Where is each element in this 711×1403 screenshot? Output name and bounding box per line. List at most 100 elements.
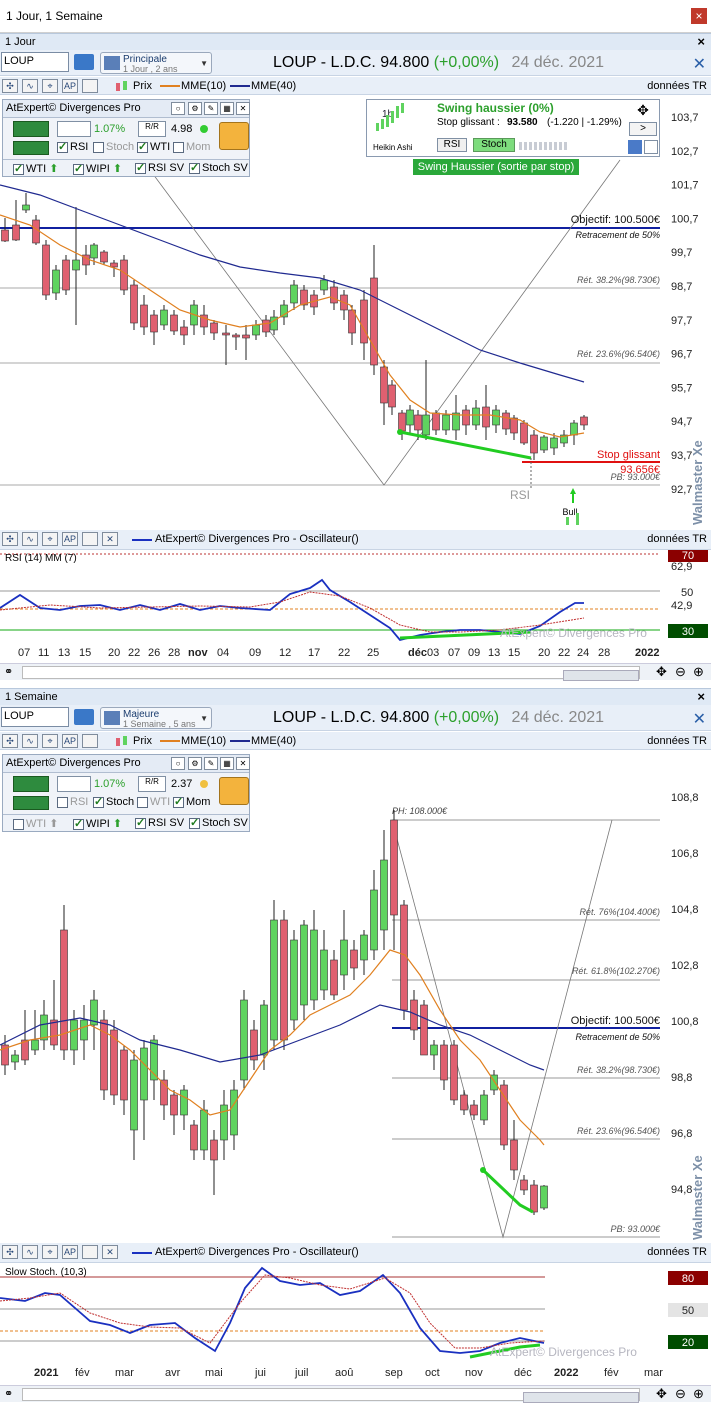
sig-wipi[interactable]: WIPI ⬆	[73, 817, 122, 830]
osc-level-label: 50	[682, 1305, 694, 1317]
candle-bull	[320, 949, 328, 991]
pb-label: PB: 93.000€	[610, 1224, 661, 1234]
sig-rsi-sv[interactable]: RSI SV	[135, 816, 184, 829]
x-tick-label: 17	[308, 647, 321, 659]
window-close-button[interactable]: ×	[691, 8, 707, 24]
osc-ap-icon[interactable]: AP	[62, 532, 78, 546]
sig-rsi-sv[interactable]: RSI SV	[135, 161, 184, 174]
tools-icon[interactable]: ✣	[2, 79, 18, 93]
candle-bull	[422, 414, 430, 436]
expert-close-icon[interactable]: ✕	[236, 757, 250, 770]
candle-bear	[170, 314, 178, 332]
sig-wipi[interactable]: WIPI ⬆	[73, 162, 122, 175]
zoom-in-icon[interactable]: ⊕	[693, 1386, 704, 1402]
osc-window-icon[interactable]	[82, 1245, 98, 1259]
sig-wti[interactable]: WTI ⬆	[13, 817, 58, 830]
move-icon[interactable]: ✥	[632, 102, 654, 118]
swing-rsi-button[interactable]: RSI	[437, 138, 467, 152]
bull-label: Bull	[562, 507, 577, 517]
chk-wti[interactable]: WTI	[137, 796, 170, 808]
osc-tools-icon[interactable]: ✣	[2, 532, 18, 546]
pane1-quote-date: 24 déc. 2021	[511, 54, 605, 71]
chk-stoch[interactable]: Stoch	[93, 141, 134, 153]
osc-close-icon[interactable]: ✕	[102, 1245, 118, 1259]
chk-wti[interactable]: WTI	[137, 140, 170, 153]
crosshair-icon[interactable]: ✥	[656, 664, 667, 680]
pane1-oscillator[interactable]: 70 30 62,9 50 42,9 RSI (14) MM (7) AtExpert©…	[0, 550, 711, 643]
bell-icon[interactable]	[219, 122, 249, 150]
expert-close-icon[interactable]: ✕	[236, 102, 250, 115]
osc-tools-icon[interactable]: ✣	[2, 1245, 18, 1259]
refresh-icon[interactable]: ○	[171, 757, 185, 770]
candle-legend-icon	[116, 736, 127, 746]
settings-icon[interactable]: ⚙	[188, 757, 202, 770]
link-icon[interactable]: ⚭	[4, 665, 13, 678]
edit-icon[interactable]: ✎	[204, 102, 218, 115]
edit-icon[interactable]: ✎	[204, 757, 218, 770]
candle-bear	[262, 319, 270, 333]
sig-wti[interactable]: WTI ⬆	[13, 162, 58, 175]
pane1-close-button[interactable]: ×	[697, 34, 705, 49]
zoom-out-icon[interactable]: ⊖	[675, 1386, 686, 1402]
swing-stoch-button[interactable]: Stoch	[473, 138, 515, 152]
osc-wave-icon[interactable]: ∿	[22, 1245, 38, 1259]
chk-rsi[interactable]: RSI	[57, 796, 88, 808]
grid-icon[interactable]: ▦	[220, 757, 234, 770]
settings-icon[interactable]: ⚙	[188, 102, 202, 115]
expert-pct: 1.07%	[94, 778, 126, 790]
bell-icon[interactable]	[219, 777, 249, 805]
pane1-scroll-thumb[interactable]	[563, 670, 639, 681]
expand-icon[interactable]: >	[629, 122, 657, 136]
chart-alt-icon[interactable]	[644, 140, 658, 154]
pane1-view-selector[interactable]: Principale 1 Jour , 2 ans ▼	[100, 52, 212, 74]
pointer-icon[interactable]: ⌖	[42, 734, 58, 748]
wave-icon[interactable]: ∿	[22, 734, 38, 748]
pointer-icon[interactable]: ⌖	[42, 79, 58, 93]
osc-ap-icon[interactable]: AP	[62, 1245, 78, 1259]
osc-window-icon[interactable]	[82, 532, 98, 546]
chk-mom[interactable]: Mom	[173, 795, 210, 808]
sig-stoch-sv[interactable]: Stoch SV	[189, 161, 248, 174]
wrench-icon[interactable]: ✕	[693, 54, 706, 74]
chk-mom[interactable]: Mom	[173, 141, 210, 153]
candle-bull	[550, 437, 558, 449]
sig-stoch-sv[interactable]: Stoch SV	[189, 816, 248, 829]
ap-icon[interactable]: AP	[62, 79, 78, 93]
zoom-out-icon[interactable]: ⊖	[675, 664, 686, 680]
pane1-scrollbar[interactable]: ⚭ ✥ ⊖ ⊕	[0, 663, 711, 681]
candle-bear	[390, 819, 398, 916]
book-icon[interactable]	[74, 709, 94, 725]
chk-stoch[interactable]: Stoch	[93, 795, 134, 808]
divergence-start-dot	[397, 429, 403, 435]
grid-icon[interactable]: ▦	[220, 102, 234, 115]
pane2-view-selector[interactable]: Majeure 1 Semaine , 5 ans ▼	[100, 707, 212, 729]
candle-bear	[580, 416, 588, 426]
osc-pointer-icon[interactable]: ⌖	[42, 1245, 58, 1259]
pane2-symbol-input[interactable]: LOUP	[1, 707, 69, 727]
candle-bull	[240, 999, 248, 1081]
osc-wave-icon[interactable]: ∿	[22, 532, 38, 546]
link-icon[interactable]: ⚭	[4, 1387, 13, 1400]
osc-close-icon[interactable]: ✕	[102, 532, 118, 546]
osc-pointer-icon[interactable]: ⌖	[42, 532, 58, 546]
candle-bear	[12, 224, 20, 241]
book-icon[interactable]	[74, 54, 94, 70]
crosshair-icon[interactable]: ✥	[656, 1386, 667, 1402]
tools-icon[interactable]: ✣	[2, 734, 18, 748]
wave-icon[interactable]: ∿	[22, 79, 38, 93]
chk-rsi[interactable]: RSI	[57, 140, 88, 153]
wrench-icon[interactable]: ✕	[693, 709, 706, 729]
pane2-scrollbar[interactable]: ⚭ ✥ ⊖ ⊕	[0, 1385, 711, 1403]
refresh-icon[interactable]: ○	[171, 102, 185, 115]
pane1-symbol-input[interactable]: LOUP	[1, 52, 69, 72]
chart-mode-icon[interactable]	[628, 140, 642, 154]
pane2-quote-date: 24 déc. 2021	[511, 709, 605, 726]
candle-bear	[210, 1139, 218, 1161]
window-icon[interactable]	[82, 734, 98, 748]
window-icon[interactable]	[82, 79, 98, 93]
pane2-oscillator[interactable]: 80 50 20 Slow Stoch. (10,3) AtExpert© Dive…	[0, 1263, 711, 1363]
ap-icon[interactable]: AP	[62, 734, 78, 748]
zoom-in-icon[interactable]: ⊕	[693, 664, 704, 680]
pane2-close-button[interactable]: ×	[697, 689, 705, 704]
pane2-scroll-thumb[interactable]	[523, 1392, 639, 1403]
